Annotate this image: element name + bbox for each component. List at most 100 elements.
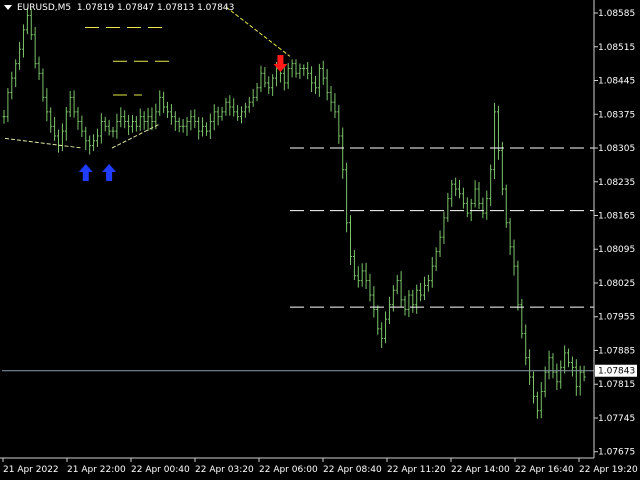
- price-bar: [380, 322, 384, 349]
- price-bar: [88, 135, 92, 155]
- price-bar: [430, 257, 434, 288]
- x-tick-label: 22 Apr 14:00: [451, 465, 510, 475]
- price-bar: [21, 24, 25, 58]
- price-bar: [14, 59, 18, 88]
- price-bar: [68, 90, 72, 118]
- price-bar: [204, 122, 208, 136]
- price-bar: [341, 127, 345, 179]
- price-bar: [271, 74, 275, 96]
- y-tick-label: 1.08165: [598, 212, 635, 222]
- price-bar: [119, 107, 123, 128]
- price-bar: [236, 105, 240, 121]
- x-tick-label: 22 Apr 11:20: [387, 465, 446, 475]
- arrow-up-icon: [78, 164, 93, 181]
- price-bar: [465, 197, 469, 218]
- price-bar: [224, 97, 228, 116]
- price-bar: [220, 107, 224, 121]
- price-bar: [286, 63, 290, 89]
- price-bar: [415, 284, 419, 314]
- price-bar: [434, 247, 438, 271]
- chart-title: EURUSD,M5 1.07819 1.07847 1.07813 1.0784…: [4, 3, 234, 13]
- x-tick-label: 22 Apr 03:20: [195, 465, 254, 475]
- y-tick-label: 1.08515: [598, 43, 635, 53]
- price-axis-group: 1.08585 1.08515 1.08445 1.08375 1.08305 1.082…: [593, 0, 637, 458]
- price-bar: [216, 106, 220, 126]
- price-bar: [426, 274, 430, 292]
- price-bar: [555, 363, 559, 390]
- price-bar: [500, 141, 504, 196]
- trendline-lower[interactable]: [4, 137, 83, 149]
- price-bar: [282, 65, 286, 91]
- x-tick-label: 21 Apr 2022: [3, 465, 59, 475]
- price-bar: [127, 115, 131, 136]
- price-bar: [177, 117, 181, 133]
- price-bar: [454, 177, 458, 197]
- y-tick-label: 1.08235: [598, 178, 635, 188]
- price-bar: [255, 82, 259, 102]
- price-bar: [493, 102, 497, 180]
- trendline-upper[interactable]: [225, 6, 291, 57]
- price-bar: [80, 115, 84, 138]
- arrow-down-icon: [273, 55, 288, 72]
- x-tick-label: 22 Apr 19:20: [579, 465, 638, 475]
- price-bar: [138, 108, 142, 131]
- price-bar: [504, 184, 508, 228]
- y-tick-label: 1.07745: [598, 414, 635, 424]
- price-bar: [352, 250, 356, 281]
- price-bar: [306, 62, 310, 80]
- price-bar: [259, 65, 263, 93]
- price-bar: [489, 164, 493, 207]
- price-bar: [481, 197, 485, 219]
- price-bar: [399, 271, 403, 307]
- price-bar: [294, 59, 298, 78]
- price-bar: [325, 69, 329, 101]
- price-bar: [313, 76, 317, 95]
- price-bar: [473, 180, 477, 208]
- price-bar: [92, 134, 96, 151]
- price-bar: [49, 107, 53, 133]
- y-tick-label: 1.08585: [598, 9, 635, 19]
- chart-area[interactable]: 1.08585 1.08515 1.08445 1.08375 1.08305 1.082…: [0, 0, 640, 480]
- price-bar: [407, 290, 411, 318]
- price-bar: [37, 56, 41, 80]
- price-bar: [185, 117, 189, 136]
- price-bar: [197, 116, 201, 140]
- price-bar: [528, 349, 532, 385]
- price-bar: [356, 266, 360, 288]
- price-bar: [64, 107, 68, 141]
- price-bar: [169, 104, 173, 125]
- price-bar: [345, 162, 349, 233]
- price-bar: [496, 105, 500, 160]
- price-bar: [72, 90, 76, 118]
- price-bar: [107, 119, 111, 136]
- dropdown-triangle-icon[interactable]: [4, 5, 12, 10]
- price-bar: [520, 298, 524, 339]
- price-bar: [162, 91, 166, 113]
- price-bar: [547, 350, 551, 380]
- price-bar: [461, 187, 465, 209]
- y-tick-label: 1.08305: [598, 144, 635, 154]
- price-bar: [115, 113, 119, 139]
- price-bar: [130, 115, 134, 133]
- price-bar: [469, 198, 473, 222]
- price-chart[interactable]: 1.08585 1.08515 1.08445 1.08375 1.08305 1.082…: [0, 0, 640, 480]
- price-bar: [158, 90, 162, 116]
- symbol-timeframe: EURUSD,M5: [17, 3, 72, 13]
- price-bar: [349, 215, 353, 266]
- current-price-label: 1.07843: [598, 367, 635, 377]
- price-bar: [18, 41, 22, 70]
- price-bar: [146, 107, 150, 131]
- price-bar: [321, 60, 325, 85]
- price-bar: [298, 63, 302, 79]
- price-bar: [535, 391, 539, 419]
- price-bar: [485, 190, 489, 220]
- price-bar: [84, 126, 88, 150]
- levels-group: [2, 26, 594, 372]
- price-bar: [263, 67, 267, 88]
- price-bar: [477, 182, 481, 209]
- y-tick-label: 1.08375: [598, 110, 635, 120]
- price-bar: [189, 110, 193, 131]
- price-bar: [193, 109, 197, 129]
- trendlines-group: [4, 6, 291, 149]
- price-bar: [376, 305, 380, 335]
